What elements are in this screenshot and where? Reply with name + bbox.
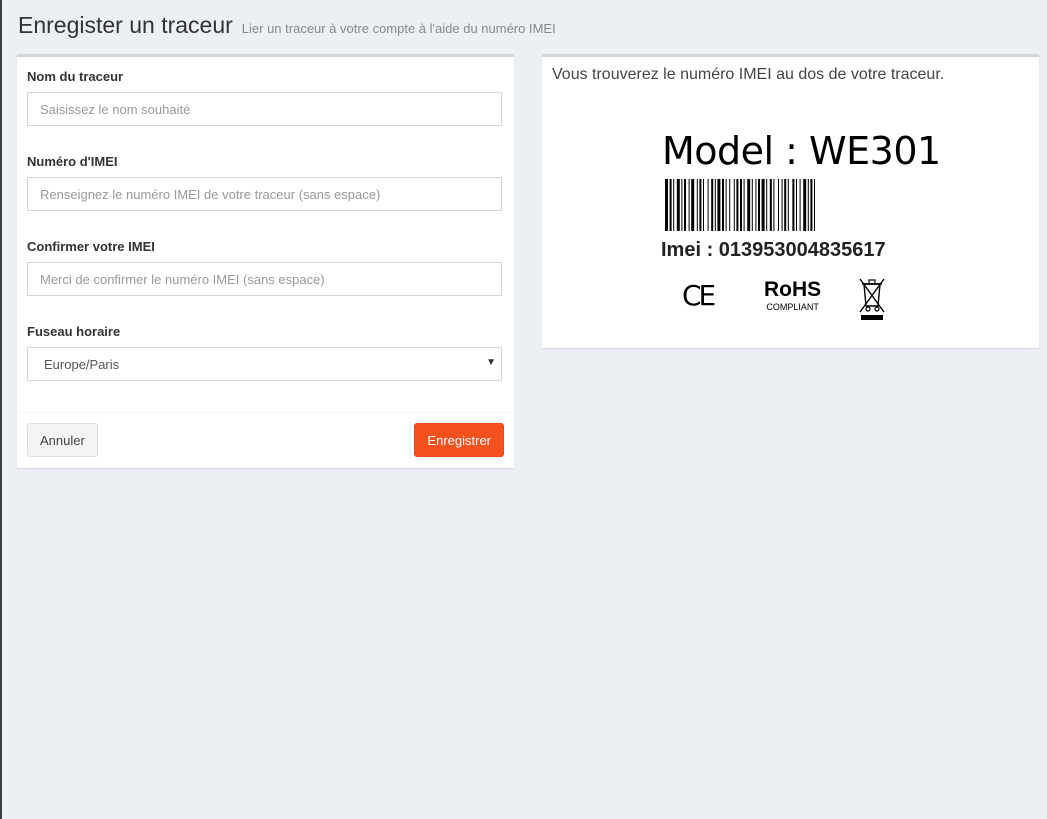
barcode-bar — [711, 179, 714, 231]
barcode-bar — [796, 179, 797, 231]
page-title: Enregister un traceur — [18, 12, 233, 38]
barcode-bar — [691, 179, 695, 231]
barcode-bar — [733, 179, 735, 231]
barcode-bar — [814, 179, 815, 231]
barcode-bar — [676, 179, 680, 231]
barcode-bar — [673, 179, 675, 231]
barcode-bar — [761, 179, 765, 231]
barcode-bar — [799, 179, 801, 231]
barcode-bar — [688, 179, 690, 231]
ce-icon: CE — [682, 279, 716, 312]
confirm-imei-label: Confirmer votre IMEI — [27, 239, 155, 254]
barcode-bar — [784, 179, 787, 231]
imei-label: Numéro d'IMEI — [27, 154, 118, 169]
barcode-bar — [703, 179, 704, 231]
barcode-bar — [810, 179, 813, 231]
barcode-bar — [665, 179, 668, 231]
weee-icon — [859, 278, 885, 320]
barcode-icon — [665, 179, 815, 231]
barcode-bar — [766, 179, 768, 231]
barcode-bar — [751, 179, 753, 231]
form-footer: Annuler Enregistrer — [17, 412, 514, 468]
confirm-imei-input[interactable] — [27, 262, 502, 296]
tracker-form-box: Nom du traceur Numéro d'IMEI Confirmer v… — [17, 54, 514, 468]
device-label-image: Model : WE301 Imei : 013953004835617 CE … — [654, 129, 941, 329]
rohs-icon: RoHS COMPLIANT — [764, 278, 822, 313]
barcode-bar — [747, 179, 751, 231]
barcode-bar — [722, 179, 724, 231]
barcode-bar — [769, 179, 772, 231]
barcode-bar — [696, 179, 698, 231]
barcode-bar — [758, 179, 760, 231]
barcode-bar — [787, 179, 789, 231]
imei-help-text: Vous trouverez le numéro IMEI au dos de … — [552, 66, 945, 83]
save-button[interactable]: Enregistrer — [414, 423, 504, 457]
barcode-bar — [669, 179, 672, 231]
rohs-subtitle: COMPLIANT — [766, 302, 819, 312]
page-subtitle: Lier un traceur à votre compte à l'aide … — [241, 21, 556, 36]
barcode-bar — [792, 179, 795, 231]
name-label: Nom du traceur — [27, 69, 124, 84]
tracker-name-input[interactable] — [27, 92, 502, 126]
barcode-bar — [781, 179, 783, 231]
barcode-bar — [803, 179, 807, 231]
cancel-button[interactable]: Annuler — [27, 423, 98, 457]
barcode-bar — [717, 179, 721, 231]
chevron-down-icon: ▼ — [486, 357, 496, 368]
rohs-title: RoHS — [764, 278, 822, 301]
confirm-imei-group: Confirmer votre IMEI — [27, 239, 504, 296]
timezone-select[interactable]: Europe/Paris — [27, 347, 502, 381]
page-header: Enregister un traceur Lier un traceur à … — [18, 12, 556, 39]
model-text: Model : WE301 — [662, 129, 941, 173]
barcode-bar — [681, 179, 683, 231]
barcode-bar — [699, 179, 702, 231]
barcode-bar — [736, 179, 739, 231]
barcode-bar — [740, 179, 742, 231]
imei-info-box: Vous trouverez le numéro IMEI au dos de … — [542, 54, 1039, 348]
barcode-bar — [778, 179, 779, 231]
barcode-bar — [725, 179, 727, 231]
timezone-select-wrap[interactable]: Europe/Paris ▼ — [27, 347, 502, 381]
timezone-label: Fuseau horaire — [27, 324, 121, 339]
barcode-bar — [707, 179, 709, 231]
barcode-bar — [755, 179, 757, 231]
timezone-group: Fuseau horaire Europe/Paris ▼ — [27, 324, 504, 381]
form-body: Nom du traceur Numéro d'IMEI Confirmer v… — [17, 57, 514, 381]
barcode-bar — [807, 179, 809, 231]
imei-input[interactable] — [27, 177, 502, 211]
barcode-bar — [684, 179, 686, 231]
name-group: Nom du traceur — [27, 69, 504, 126]
barcode-bar — [729, 179, 731, 231]
barcode-bar — [773, 179, 775, 231]
imei-group: Numéro d'IMEI — [27, 154, 504, 211]
barcode-bar — [714, 179, 716, 231]
imei-text: Imei : 013953004835617 — [661, 239, 886, 261]
barcode-bar — [743, 179, 745, 231]
